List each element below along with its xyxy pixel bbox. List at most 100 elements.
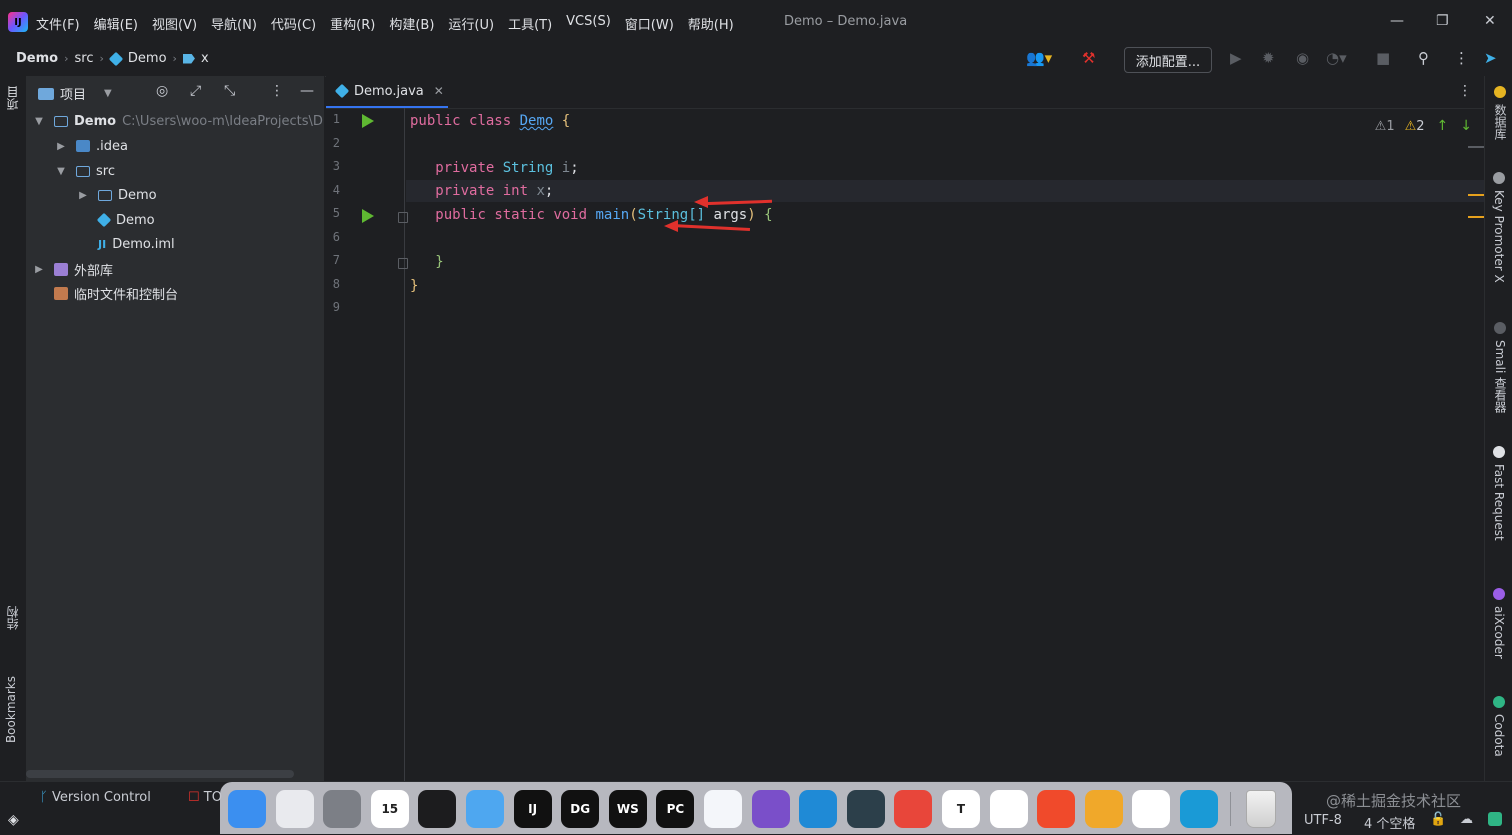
options-icon[interactable]: ⋮ bbox=[270, 83, 284, 99]
launchpad-icon[interactable] bbox=[275, 790, 314, 828]
search-icon[interactable]: ⚲ bbox=[1418, 49, 1429, 67]
clock-icon[interactable] bbox=[418, 790, 457, 828]
key-promoter-tab[interactable]: Key Promoter X bbox=[1492, 172, 1506, 283]
edge-icon[interactable] bbox=[1180, 790, 1218, 828]
status-indent[interactable]: 4 个空格 bbox=[1364, 813, 1415, 832]
breadcrumb-field[interactable]: x bbox=[201, 51, 209, 66]
debug-icon[interactable]: ✹ bbox=[1262, 49, 1275, 67]
smali-viewer-tab[interactable]: Smali 查看器 bbox=[1492, 322, 1509, 413]
breadcrumb-project[interactable]: Demo bbox=[16, 51, 58, 66]
fast-request-tab[interactable]: Fast Request bbox=[1492, 446, 1506, 541]
datagrip-icon[interactable]: DG bbox=[561, 790, 600, 828]
menu-file[interactable]: 文件(F) bbox=[36, 14, 80, 33]
intellij-icon[interactable]: IJ bbox=[513, 790, 552, 828]
weather-icon[interactable] bbox=[466, 790, 504, 828]
line-number: 4 bbox=[332, 183, 340, 197]
hide-panel-icon[interactable]: — bbox=[300, 83, 314, 99]
breadcrumb-class[interactable]: Demo bbox=[128, 51, 167, 66]
bookmarks-tool-window-tab[interactable]: Bookmarks bbox=[4, 676, 18, 743]
menu-help[interactable]: 帮助(H) bbox=[688, 14, 734, 33]
visual-studio-icon[interactable] bbox=[751, 790, 790, 828]
menu-code[interactable]: 代码(C) bbox=[271, 14, 316, 33]
webstorm-icon[interactable]: WS bbox=[608, 790, 647, 828]
lock-icon[interactable]: 🔓 bbox=[1430, 812, 1446, 827]
previous-highlight-icon[interactable]: ↑ bbox=[1437, 118, 1449, 134]
menu-edit[interactable]: 编辑(E) bbox=[94, 14, 138, 33]
codota-status-icon[interactable] bbox=[1488, 812, 1502, 826]
close-window-icon[interactable]: ✕ bbox=[1484, 13, 1496, 29]
menu-navigate[interactable]: 导航(N) bbox=[211, 14, 257, 33]
menu-refactor[interactable]: 重构(R) bbox=[330, 14, 375, 33]
red-app-icon[interactable] bbox=[894, 790, 933, 828]
system-preferences-icon[interactable] bbox=[323, 790, 362, 828]
menu-vcs[interactable]: VCS(S) bbox=[566, 14, 611, 33]
cloud-icon[interactable]: ☁ bbox=[1460, 812, 1473, 827]
next-highlight-icon[interactable]: ↓ bbox=[1460, 118, 1472, 134]
tree-item-src[interactable]: ▼ src bbox=[54, 160, 115, 182]
tree-item-demo-project[interactable]: ▼ Demo C:\Users\woo-m\IdeaProjects\D bbox=[32, 110, 323, 132]
users-icon[interactable]: 👥▾ bbox=[1026, 49, 1052, 67]
vscode-icon[interactable] bbox=[799, 790, 838, 828]
database-tool-window-tab[interactable]: 数据库 bbox=[1492, 86, 1509, 140]
profiler-icon[interactable]: ◔▾ bbox=[1326, 49, 1347, 67]
close-tab-icon[interactable]: ✕ bbox=[434, 84, 444, 98]
version-control-tab[interactable]: ᚴ Version Control bbox=[40, 790, 151, 805]
typora-icon[interactable] bbox=[704, 790, 742, 828]
tree-item-scratches[interactable]: 临时文件和控制台 bbox=[32, 282, 178, 304]
locate-target-icon[interactable]: ◎ bbox=[156, 83, 168, 99]
window-title: Demo – Demo.java bbox=[784, 14, 908, 29]
tab-demo-java[interactable]: Demo.java ✕ bbox=[326, 76, 448, 108]
tree-item-demo-class[interactable]: Demo bbox=[96, 209, 155, 231]
more-icon[interactable]: ⋮ bbox=[1454, 49, 1469, 67]
xmind-icon[interactable] bbox=[1037, 790, 1076, 828]
line-number: 1 bbox=[332, 112, 340, 126]
project-view-selector[interactable]: 项目 ▼ bbox=[38, 84, 112, 103]
menu-window[interactable]: 窗口(W) bbox=[625, 14, 674, 33]
todo-tab[interactable]: ☐ TO bbox=[188, 790, 222, 805]
code-line-3: private String i; bbox=[435, 160, 579, 176]
minimize-icon[interactable]: — bbox=[1390, 13, 1404, 29]
restore-icon[interactable]: ❐ bbox=[1436, 13, 1449, 29]
codota-tab[interactable]: Codota bbox=[1492, 696, 1506, 757]
fold-icon[interactable] bbox=[398, 212, 408, 223]
menu-tools[interactable]: 工具(T) bbox=[508, 14, 552, 33]
breadcrumb-src[interactable]: src bbox=[75, 51, 94, 66]
run-class-icon[interactable] bbox=[362, 114, 374, 128]
tree-item-external-libraries[interactable]: ▶ 外部库 bbox=[32, 258, 113, 280]
tab-label: Demo.java bbox=[354, 83, 424, 99]
inspection-widget[interactable]: ⚠ 1 ⚠ 2 ↑ ↓ bbox=[1375, 118, 1472, 134]
menu-build[interactable]: 构建(B) bbox=[389, 14, 434, 33]
fold-icon[interactable] bbox=[398, 258, 408, 269]
menu-view[interactable]: 视图(V) bbox=[152, 14, 197, 33]
text-app-icon[interactable]: T bbox=[942, 790, 980, 828]
finder-icon[interactable] bbox=[228, 790, 266, 828]
code-with-me-icon[interactable]: ➤ bbox=[1484, 49, 1497, 67]
run-icon[interactable]: ▶ bbox=[1230, 49, 1242, 67]
tree-item-demo-iml[interactable]: JI Demo.iml bbox=[76, 233, 175, 255]
project-tool-window-tab[interactable]: 项目 bbox=[4, 86, 21, 110]
stop-icon[interactable]: ■ bbox=[1376, 49, 1390, 67]
aixcoder-tab[interactable]: aiXcoder bbox=[1492, 588, 1506, 659]
pycharm-icon[interactable]: PC bbox=[656, 790, 695, 828]
terminal-app-icon[interactable] bbox=[846, 790, 885, 828]
structure-tool-window-tab[interactable]: 结构 bbox=[4, 606, 21, 630]
coverage-icon[interactable]: ◉ bbox=[1296, 49, 1309, 67]
menu-run[interactable]: 运行(U) bbox=[448, 14, 494, 33]
chrome-icon[interactable] bbox=[989, 790, 1028, 828]
trash-icon[interactable] bbox=[1246, 790, 1276, 828]
qq-icon[interactable] bbox=[1132, 790, 1171, 828]
run-main-icon[interactable] bbox=[362, 209, 374, 223]
add-configuration-button[interactable]: 添加配置... bbox=[1124, 47, 1212, 73]
search-app-icon[interactable] bbox=[1084, 790, 1123, 828]
code-area[interactable]: public class Demo { private String i; pr… bbox=[410, 108, 1470, 781]
calendar-icon[interactable]: 15 bbox=[370, 790, 409, 828]
tab-options-icon[interactable]: ⋮ bbox=[1458, 83, 1472, 99]
collapse-all-icon[interactable]: ⤡ bbox=[224, 83, 235, 99]
build-hammer-icon[interactable]: ⚒ bbox=[1082, 49, 1095, 67]
layers-icon[interactable]: ◈ bbox=[8, 812, 19, 828]
expand-all-icon[interactable]: ⤢ bbox=[190, 83, 201, 99]
tree-item-demo-package[interactable]: ▶ Demo bbox=[76, 184, 157, 206]
horizontal-scrollbar[interactable] bbox=[26, 770, 294, 778]
status-encoding[interactable]: UTF-8 bbox=[1304, 813, 1342, 828]
tree-item-idea[interactable]: ▶ .idea bbox=[54, 135, 128, 157]
